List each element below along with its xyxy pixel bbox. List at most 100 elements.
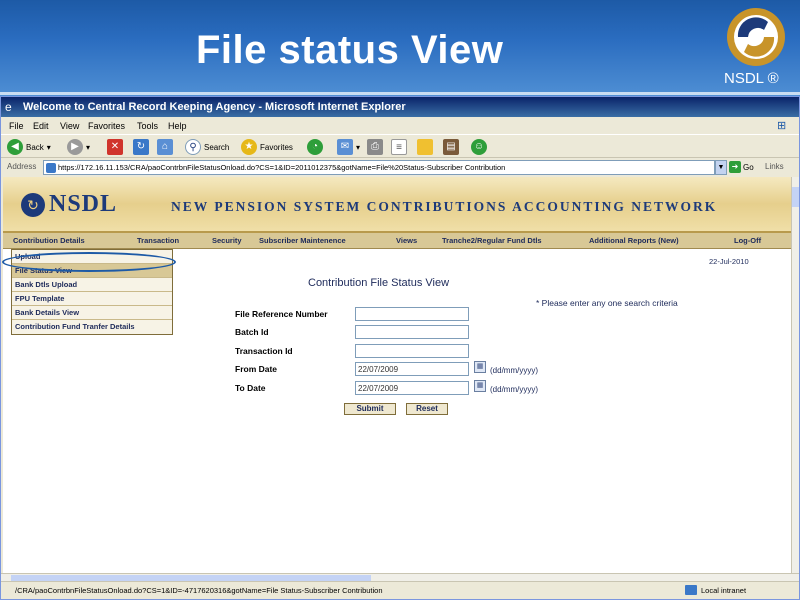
- nav-additional-reports[interactable]: Additional Reports (New): [589, 236, 679, 245]
- reset-button[interactable]: Reset: [406, 403, 448, 415]
- back-label: Back: [26, 142, 44, 152]
- back-dropdown-icon: ▾: [46, 142, 51, 152]
- forward-button[interactable]: ▶ ▾: [67, 138, 90, 156]
- folder-icon: [417, 139, 433, 155]
- intranet-zone-icon: [685, 585, 697, 595]
- search-label: Search: [204, 142, 230, 152]
- links-button[interactable]: Links: [765, 162, 784, 171]
- page-content: ↻ NSDL NEW PENSION SYSTEM CONTRIBUTIONS …: [3, 177, 791, 573]
- to-date-format: (dd/mm/yyyy): [490, 385, 538, 394]
- address-input[interactable]: https://172.16.11.153/CRA/paoContrbnFile…: [43, 160, 715, 175]
- security-zone: Local intranet: [685, 585, 746, 595]
- form-heading: Contribution File Status View: [308, 277, 450, 289]
- mail-button[interactable]: ✉ ▾: [337, 138, 360, 156]
- nav-views[interactable]: Views: [396, 236, 417, 245]
- search-criteria-note: * Please enter any one search criteria: [536, 298, 678, 308]
- to-date-input[interactable]: [355, 381, 469, 395]
- site-nav: Contribution Details Transaction Securit…: [3, 233, 791, 249]
- history-button[interactable]: ◔: [307, 138, 323, 156]
- site-logo-text: NSDL: [49, 191, 118, 217]
- research-button[interactable]: ▤: [443, 138, 459, 156]
- nav-security[interactable]: Security: [212, 236, 242, 245]
- messenger-button[interactable]: ☺: [471, 138, 487, 156]
- menu-item-fpu-template[interactable]: FPU Template: [12, 292, 172, 306]
- transaction-id-input[interactable]: [355, 344, 469, 358]
- edit-button[interactable]: ≡: [391, 138, 407, 156]
- slide-title: File status View: [196, 28, 504, 72]
- from-date-input[interactable]: [355, 362, 469, 376]
- address-url: https://172.16.11.153/CRA/paoContrbnFile…: [58, 163, 506, 172]
- folder-button[interactable]: [417, 138, 433, 156]
- menu-file[interactable]: File: [9, 121, 24, 131]
- menu-edit[interactable]: Edit: [33, 121, 49, 131]
- current-date: 22-Jul-2010: [709, 257, 749, 266]
- refresh-button[interactable]: ↻: [133, 138, 149, 156]
- submit-button[interactable]: Submit: [344, 403, 396, 415]
- go-label: Go: [743, 162, 754, 172]
- ie-icon: e: [5, 100, 12, 114]
- to-date-label: To Date: [235, 383, 266, 393]
- home-icon: ⌂: [157, 139, 173, 155]
- nav-subscriber-maintenence[interactable]: Subscriber Maintenence: [259, 236, 346, 245]
- vertical-scrollbar[interactable]: [791, 177, 799, 573]
- print-icon: ⎙: [367, 139, 383, 155]
- messenger-icon: ☺: [471, 139, 487, 155]
- stop-icon: ✕: [107, 139, 123, 155]
- toolbar: ◀ Back ▾ ▶ ▾ ✕ ↻ ⌂ ⚲ Search ★ Favorites …: [1, 134, 799, 158]
- batch-id-input[interactable]: [355, 325, 469, 339]
- stop-button[interactable]: ✕: [107, 138, 123, 156]
- window-title: Welcome to Central Record Keeping Agency…: [23, 101, 406, 113]
- zone-label: Local intranet: [701, 585, 747, 595]
- refresh-icon: ↻: [133, 139, 149, 155]
- from-date-calendar-icon[interactable]: ▦: [474, 361, 486, 373]
- site-banner: ↻ NSDL NEW PENSION SYSTEM CONTRIBUTIONS …: [3, 177, 791, 233]
- back-arrow-icon: ◀: [7, 139, 23, 155]
- go-arrow-icon: ➜: [729, 161, 741, 173]
- print-button[interactable]: ⎙: [367, 138, 383, 156]
- back-button[interactable]: ◀ Back ▾: [7, 138, 51, 156]
- menu-item-bank-dtls-upload[interactable]: Bank Dtls Upload: [12, 278, 172, 292]
- nsdl-site-logo-icon: ↻: [21, 193, 45, 217]
- address-dropdown-icon[interactable]: ▼: [715, 160, 727, 175]
- nav-transaction[interactable]: Transaction: [137, 236, 179, 245]
- page-favicon-icon: [46, 163, 56, 173]
- vertical-scroll-thumb[interactable]: [792, 187, 799, 207]
- horizontal-scrollbar[interactable]: [1, 574, 799, 582]
- to-date-calendar-icon[interactable]: ▦: [474, 380, 486, 392]
- mail-icon: ✉: [337, 139, 353, 155]
- research-icon: ▤: [443, 139, 459, 155]
- nav-contribution-details[interactable]: Contribution Details: [13, 236, 85, 245]
- favorites-button[interactable]: ★ Favorites: [241, 138, 293, 156]
- windows-logo-icon: ⊞: [777, 120, 787, 132]
- slide-divider: [0, 92, 800, 95]
- menu-item-bank-details-view[interactable]: Bank Details View: [12, 306, 172, 320]
- nav-log-off[interactable]: Log-Off: [734, 236, 761, 245]
- menu-view[interactable]: View: [60, 121, 79, 131]
- nsdl-caption: NSDL ®: [724, 70, 779, 87]
- menu-tools[interactable]: Tools: [137, 121, 158, 131]
- nav-tranche2-regular-fund[interactable]: Tranche2/Regular Fund Dtls: [442, 236, 542, 245]
- status-bar: /CRA/paoContrbnFileStatusOnload.do?CS=1&…: [1, 573, 799, 599]
- address-label: Address: [7, 162, 37, 171]
- browser-window: e Welcome to Central Record Keeping Agen…: [0, 96, 800, 600]
- highlight-oval-annotation: [2, 252, 176, 272]
- nsdl-swirl-logo-icon: [727, 8, 785, 66]
- horizontal-scroll-thumb[interactable]: [11, 575, 371, 581]
- file-ref-input[interactable]: [355, 307, 469, 321]
- status-url: /CRA/paoContrbnFileStatusOnload.do?CS=1&…: [15, 586, 383, 595]
- search-button[interactable]: ⚲ Search: [185, 138, 229, 156]
- menu-favorites[interactable]: Favorites: [88, 121, 125, 131]
- site-banner-title: NEW PENSION SYSTEM CONTRIBUTIONS ACCOUNT…: [171, 199, 718, 214]
- edit-page-icon: ≡: [391, 139, 407, 155]
- menu-bar: File Edit View Favorites Tools Help ⊞: [1, 118, 799, 134]
- slide-header: File status View NSDL ®: [0, 0, 800, 96]
- menu-help[interactable]: Help: [168, 121, 187, 131]
- mail-dropdown-icon: ▾: [356, 142, 361, 152]
- go-button[interactable]: ➜ Go: [729, 161, 754, 173]
- menu-item-fund-transfer-details[interactable]: Contribution Fund Tranfer Details: [12, 320, 172, 334]
- from-date-label: From Date: [235, 364, 278, 374]
- forward-arrow-icon: ▶: [67, 139, 83, 155]
- home-button[interactable]: ⌂: [157, 138, 173, 156]
- star-icon: ★: [241, 139, 257, 155]
- history-icon: ◔: [307, 139, 323, 155]
